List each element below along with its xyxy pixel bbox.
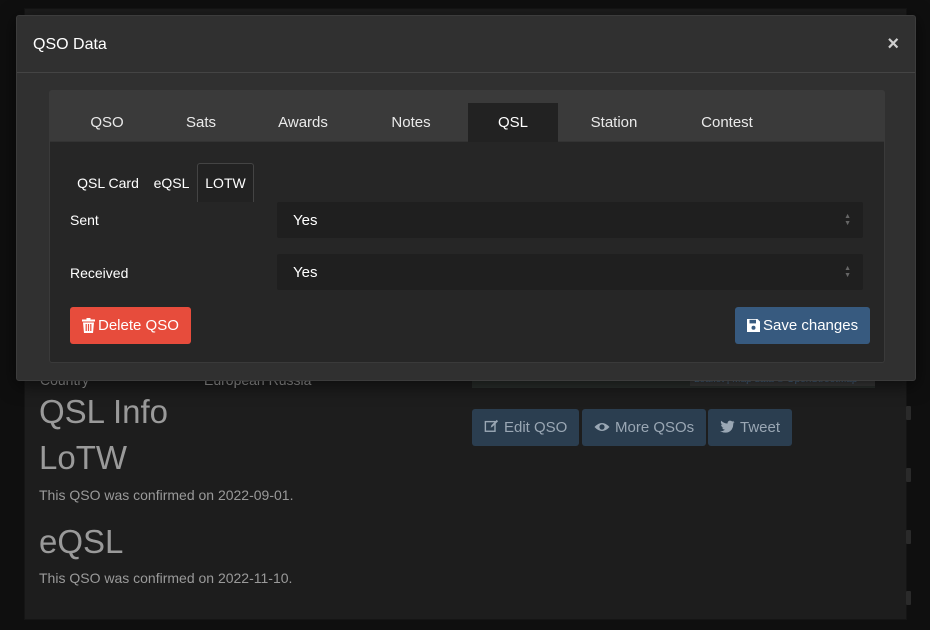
select-arrows-icon: ▲ ▼ [844, 265, 851, 279]
received-select[interactable]: Yes ▲ ▼ [276, 253, 864, 291]
background-marker [906, 591, 911, 605]
lotw-confirmation-text: This QSO was confirmed on 2022-09-01. [39, 487, 294, 503]
tab-qsl[interactable]: QSL [468, 103, 558, 142]
sent-select-value: Yes [293, 211, 318, 229]
select-arrows-icon: ▲ ▼ [844, 213, 851, 227]
close-icon[interactable]: × [887, 34, 899, 54]
tab-station[interactable]: Station [558, 103, 670, 142]
tab-sats[interactable]: Sats [150, 103, 252, 142]
tab-notes[interactable]: Notes [354, 103, 468, 142]
modal-header: QSO Data × [17, 16, 915, 73]
qsl-info-heading: QSL Info [39, 393, 169, 430]
sent-label: Sent [70, 212, 99, 228]
edit-qso-button[interactable]: Edit QSO [472, 409, 580, 446]
tweet-button[interactable]: Tweet [708, 409, 793, 446]
lotw-heading: LoTW [39, 439, 128, 476]
delete-qso-button[interactable]: Delete QSO [70, 307, 191, 344]
save-changes-button[interactable]: Save changes [735, 307, 871, 344]
eqsl-confirmation-text: This QSO was confirmed on 2022-11-10. [39, 570, 293, 586]
qsl-subtabs: QSL Card eQSL LOTW [70, 163, 254, 202]
subtab-qsl-card[interactable]: QSL Card [70, 163, 146, 202]
qso-edit-card: QSO Sats Awards Notes QSL Station Contes… [49, 90, 885, 363]
trash-icon [82, 318, 95, 333]
edit-icon [484, 419, 499, 436]
twitter-icon [720, 420, 735, 436]
received-select-value: Yes [293, 263, 318, 281]
qso-data-modal: QSO Data × QSO Sats Awards Notes QSL Sta… [16, 15, 916, 381]
tab-qso[interactable]: QSO [64, 103, 150, 142]
edit-qso-label: Edit QSO [504, 419, 568, 436]
eqsl-heading: eQSL [39, 523, 124, 560]
main-tabs: QSO Sats Awards Notes QSL Station Contes… [50, 91, 884, 142]
received-label: Received [70, 265, 129, 281]
sent-select[interactable]: Yes ▲ ▼ [276, 201, 864, 239]
background-marker [906, 406, 911, 420]
delete-qso-label: Delete QSO [98, 317, 179, 334]
more-qsos-button[interactable]: More QSOs [582, 409, 707, 446]
save-changes-label: Save changes [763, 317, 859, 334]
background-marker [906, 468, 911, 482]
tab-awards[interactable]: Awards [252, 103, 354, 142]
eye-icon [594, 420, 610, 436]
more-qsos-label: More QSOs [615, 419, 695, 436]
save-icon [747, 319, 760, 332]
tab-contest[interactable]: Contest [670, 103, 784, 142]
modal-title: QSO Data [33, 36, 107, 53]
tweet-label: Tweet [740, 419, 781, 436]
background-marker [906, 530, 911, 544]
subtab-lotw[interactable]: LOTW [197, 163, 254, 202]
subtab-eqsl[interactable]: eQSL [146, 163, 197, 202]
